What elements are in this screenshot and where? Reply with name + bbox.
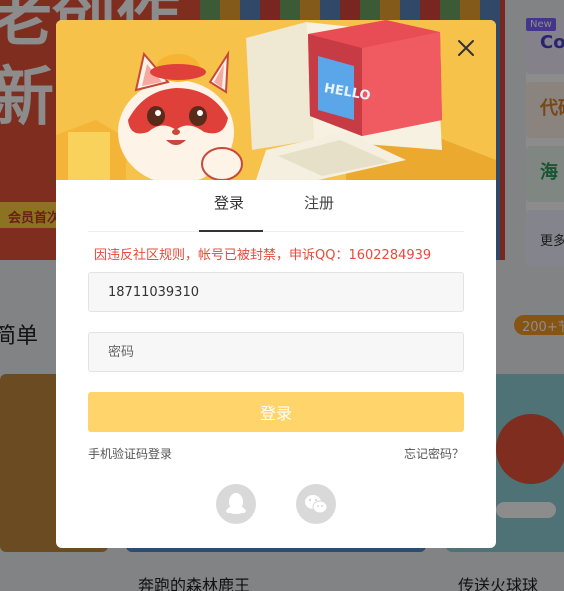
tab-register[interactable]: 注册 <box>304 192 334 213</box>
login-modal: HELLO 登录 注册 因违反社区规则，帐号已被封禁，申诉QQ：16022849… <box>56 20 496 548</box>
tab-login[interactable]: 登录 <box>214 192 244 213</box>
error-message: 因违反社区规则，帐号已被封禁，申诉QQ：1602284939 <box>94 248 432 263</box>
qq-icon <box>226 493 246 514</box>
wechat-login-button[interactable] <box>296 484 336 524</box>
close-icon <box>458 40 474 56</box>
auth-tabs: 登录 注册 <box>56 192 496 232</box>
tab-divider <box>88 231 464 232</box>
sms-login-link[interactable]: 手机验证码登录 <box>88 445 172 462</box>
wechat-icon <box>305 495 328 514</box>
active-tab-indicator <box>199 230 263 232</box>
phone-input[interactable] <box>88 272 464 312</box>
hero-art: HELLO <box>56 20 496 180</box>
password-input[interactable] <box>88 332 464 372</box>
login-submit-button[interactable]: 登录 <box>88 392 464 432</box>
qq-login-button[interactable] <box>216 484 256 524</box>
hero-illustration: HELLO <box>56 20 496 180</box>
close-button[interactable] <box>454 36 478 60</box>
forgot-password-link[interactable]: 忘记密码？ <box>404 445 464 462</box>
